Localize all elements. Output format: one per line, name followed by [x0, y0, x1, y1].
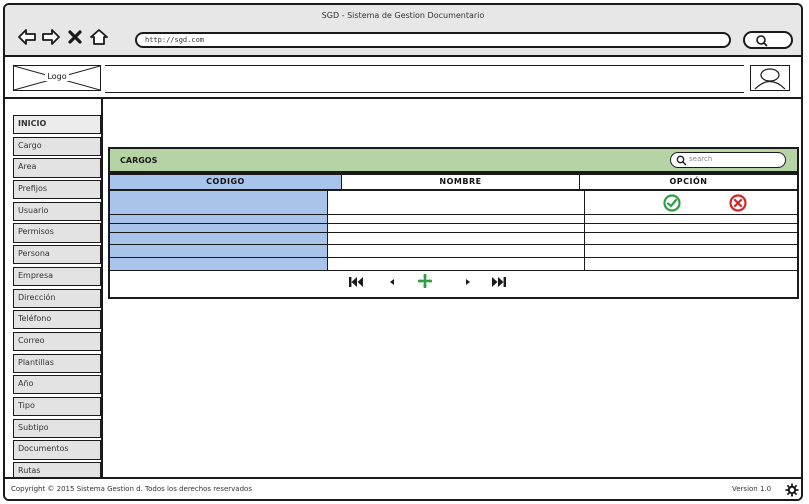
- cell-codigo[interactable]: [110, 244, 328, 257]
- panel-title: CARGOS: [120, 156, 158, 165]
- back-arrow-icon[interactable]: [17, 27, 37, 47]
- table-row[interactable]: [110, 214, 797, 224]
- cell-nombre[interactable]: [328, 232, 585, 244]
- sidebar-item-direccion[interactable]: Dirección: [13, 288, 101, 308]
- browser-window: SGD - Sistema de Gestion Documentario ht…: [3, 3, 803, 501]
- cell-nombre[interactable]: [328, 214, 585, 223]
- add-icon[interactable]: [417, 273, 433, 289]
- check-circle-icon[interactable]: [663, 193, 681, 212]
- sidebar-item-persona[interactable]: Persona: [13, 245, 101, 265]
- column-header-opcion: OPCIÓN: [580, 175, 797, 189]
- sidebar-item-inicio[interactable]: INICIO: [13, 115, 101, 135]
- sidebar-divider: [101, 99, 103, 479]
- close-circle-icon[interactable]: [729, 193, 747, 212]
- first-page-icon[interactable]: [348, 275, 364, 289]
- sidebar-item-documentos[interactable]: Documentos: [13, 440, 101, 460]
- sidebar-item-tipo[interactable]: Tipo: [13, 396, 101, 417]
- sidebar-item-anio[interactable]: Año: [13, 375, 101, 395]
- sidebar-item-area[interactable]: Area: [13, 158, 101, 178]
- user-icon[interactable]: [750, 65, 790, 91]
- sidebar: INICIO Cargo Area Prefijos Usuario Permi…: [13, 115, 101, 484]
- cell-nombre[interactable]: [328, 190, 585, 214]
- sidebar-item-empresa[interactable]: Empresa: [13, 266, 101, 286]
- search-placeholder: search: [689, 155, 713, 163]
- table-row[interactable]: [110, 244, 797, 258]
- cell-codigo[interactable]: [110, 223, 328, 232]
- logo-label: Logo: [45, 72, 69, 81]
- panel-header: CARGOS search: [108, 147, 799, 173]
- sidebar-item-telefono[interactable]: Teléfono: [13, 310, 101, 330]
- footer: Copyright © 2015 Sistema Gestion d. Todo…: [5, 477, 801, 499]
- logo: Logo: [13, 65, 101, 91]
- last-page-icon[interactable]: [491, 275, 507, 289]
- gear-icon[interactable]: [785, 483, 799, 497]
- cell-codigo[interactable]: [110, 190, 328, 214]
- forward-arrow-icon[interactable]: [41, 27, 61, 47]
- cell-codigo[interactable]: [110, 232, 328, 244]
- cell-opcion: [585, 224, 797, 232]
- title-bar: SGD - Sistema de Gestion Documentario ht…: [5, 5, 801, 57]
- table-row[interactable]: [110, 232, 797, 245]
- pagination: [108, 267, 799, 297]
- cell-opcion: [585, 233, 797, 244]
- header-bar-field: [105, 65, 744, 93]
- table-row[interactable]: [110, 223, 797, 233]
- url-bar[interactable]: http://sgd.com: [135, 32, 731, 48]
- sidebar-item-prefijos[interactable]: Prefijos: [13, 180, 101, 200]
- copyright-text: Copyright © 2015 Sistema Gestion d. Todo…: [11, 485, 252, 493]
- cell-opcion: [585, 191, 797, 214]
- sidebar-item-correo[interactable]: Correo: [13, 331, 101, 352]
- home-icon[interactable]: [89, 27, 109, 47]
- prev-page-icon[interactable]: [388, 275, 396, 289]
- column-header-nombre[interactable]: NOMBRE: [342, 175, 580, 189]
- search-icon: [756, 35, 768, 47]
- sidebar-item-usuario[interactable]: Usuario: [13, 201, 101, 221]
- cell-nombre[interactable]: [328, 223, 585, 232]
- browser-search[interactable]: [743, 31, 793, 49]
- cell-nombre[interactable]: [328, 244, 585, 257]
- close-icon[interactable]: [65, 27, 85, 47]
- sidebar-item-cargo[interactable]: Cargo: [13, 136, 101, 156]
- app-header: Logo: [5, 59, 801, 99]
- search-icon: [676, 155, 687, 166]
- sidebar-item-permisos[interactable]: Permisos: [13, 223, 101, 243]
- sidebar-item-subtipo[interactable]: Subtipo: [13, 418, 101, 438]
- search-input[interactable]: search: [670, 152, 786, 168]
- next-page-icon[interactable]: [464, 275, 472, 289]
- window-title: SGD - Sistema de Gestion Documentario: [321, 11, 485, 20]
- cell-opcion: [585, 245, 797, 257]
- version-label: Version 1.0: [732, 485, 772, 493]
- cell-opcion: [585, 215, 797, 223]
- sidebar-item-plantillas[interactable]: Plantillas: [13, 353, 101, 373]
- table-row[interactable]: [110, 190, 797, 215]
- cell-codigo[interactable]: [110, 214, 328, 223]
- column-header-codigo[interactable]: CODIGO: [110, 175, 342, 189]
